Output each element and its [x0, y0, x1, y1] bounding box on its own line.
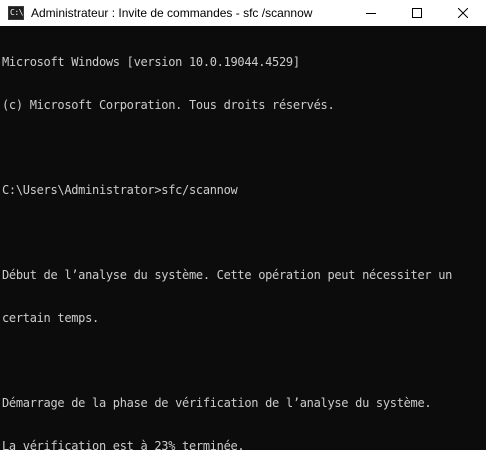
title-bar[interactable]: C:\. Administrateur : Invite de commande…: [0, 0, 486, 26]
minimize-icon: [366, 13, 376, 14]
maximize-icon: [412, 8, 422, 18]
console-line: Démarrage de la phase de vérification de…: [2, 396, 432, 411]
command-prompt-window: C:\. Administrateur : Invite de commande…: [0, 0, 486, 450]
progress-status-line: La vérification est à 23% terminée.: [2, 438, 245, 450]
console-line: certain temps.: [2, 310, 99, 325]
close-icon: [458, 8, 468, 18]
window-title: Administrateur : Invite de commandes - s…: [31, 6, 313, 20]
console-line: (c) Microsoft Corporation. Tous droits r…: [2, 98, 335, 112]
console-line: Début de l’analyse du système. Cette opé…: [2, 268, 453, 283]
cmd-icon[interactable]: C:\.: [8, 6, 28, 20]
window-controls: [348, 0, 486, 26]
console-output[interactable]: Microsoft Windows [version 10.0.19044.45…: [0, 27, 486, 450]
maximize-button[interactable]: [394, 0, 440, 26]
console-line: Microsoft Windows [version 10.0.19044.45…: [2, 55, 300, 70]
minimize-button[interactable]: [348, 0, 394, 26]
close-button[interactable]: [440, 0, 486, 26]
console-prompt-line: C:\Users\Administrator>sfc/scannow: [2, 183, 238, 198]
